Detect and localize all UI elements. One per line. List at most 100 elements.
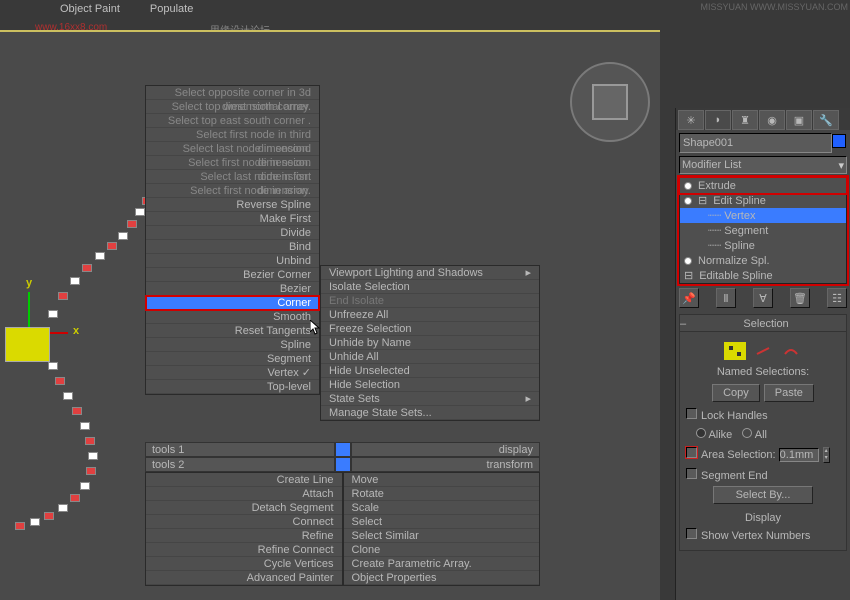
menu-item-bezier-corner[interactable]: Bezier Corner <box>146 268 319 282</box>
menu-item-create-line[interactable]: Create Line <box>146 473 342 487</box>
motion-tab[interactable]: ◉ <box>759 110 785 130</box>
menu-item-bezier[interactable]: Bezier <box>146 282 319 296</box>
quad-title-transform[interactable]: transform <box>351 457 541 472</box>
menu-item-unbind[interactable]: Unbind <box>146 254 319 268</box>
menu-item-select[interactable]: Select <box>344 515 540 529</box>
menu-item-detach-segment[interactable]: Detach Segment <box>146 501 342 515</box>
spline-subobj-button[interactable] <box>780 342 802 360</box>
menu-item-refine[interactable]: Refine <box>146 529 342 543</box>
make-unique-button[interactable]: ∀ <box>753 288 773 308</box>
menu-item-unhide-all[interactable]: Unhide All <box>321 350 539 364</box>
quad-title-tools2[interactable]: tools 2 <box>145 457 335 472</box>
menu-item-unhide-by-name[interactable]: Unhide by Name <box>321 336 539 350</box>
object-color-swatch[interactable] <box>832 134 846 148</box>
spline-vertex[interactable] <box>80 422 90 430</box>
menu-item-scale[interactable]: Scale <box>344 501 540 515</box>
menu-item-manage-state-sets-[interactable]: Manage State Sets... <box>321 406 539 420</box>
spline-vertex[interactable] <box>135 208 145 216</box>
show-end-result-button[interactable]: Ⅱ <box>716 288 736 308</box>
stack-item-editable-spline[interactable]: ⊟Editable Spline <box>680 268 846 283</box>
menu-item-reset-tangents[interactable]: Reset Tangents <box>146 324 319 338</box>
object-name-field[interactable]: Shape001 <box>679 133 832 153</box>
display-tab[interactable]: ▣ <box>786 110 812 130</box>
spline-vertex[interactable] <box>48 362 58 370</box>
menu-item-rotate[interactable]: Rotate <box>344 487 540 501</box>
menu-item[interactable]: Select first node in array. <box>146 184 319 198</box>
menu-item-object-properties[interactable]: Object Properties <box>344 571 540 585</box>
remove-modifier-button[interactable]: 🗑 <box>790 288 810 308</box>
copy-button[interactable]: Copy <box>712 384 760 402</box>
area-selection-checkbox[interactable] <box>686 447 697 458</box>
menu-item-spline[interactable]: Spline <box>146 338 319 352</box>
transform-gizmo[interactable]: y x <box>28 292 30 332</box>
menu-item-make-first[interactable]: Make First <box>146 212 319 226</box>
stack-item-edit-spline[interactable]: ⊟Edit Spline <box>680 193 846 208</box>
menu-item[interactable]: Select opposite corner in 3d dimensional… <box>146 86 319 100</box>
menu-item-segment[interactable]: Segment <box>146 352 319 366</box>
menu-item[interactable]: Select first node in secon dimension. <box>146 156 319 170</box>
menu-item-state-sets[interactable]: State Sets <box>321 392 539 406</box>
spline-vertex[interactable] <box>82 264 92 272</box>
menu-item-vertex[interactable]: Vertex <box>146 366 319 380</box>
menu-item-corner[interactable]: Corner <box>146 296 319 310</box>
stack-item-segment[interactable]: ┈┈ Segment <box>680 223 846 238</box>
spline-vertex[interactable] <box>127 220 137 228</box>
modifier-list-dropdown[interactable]: Modifier List <box>679 156 847 174</box>
spline-vertex[interactable] <box>80 482 90 490</box>
menu-item-advanced-painter[interactable]: Advanced Painter <box>146 571 342 585</box>
spline-vertex[interactable] <box>48 310 58 318</box>
menu-item-end-isolate[interactable]: End Isolate <box>321 294 539 308</box>
menu-item-reverse-spline[interactable]: Reverse Spline <box>146 198 319 212</box>
menu-item-viewport-lighting-and-shadows[interactable]: Viewport Lighting and Shadows <box>321 266 539 280</box>
configure-sets-button[interactable]: ☷ <box>827 288 847 308</box>
spline-vertex[interactable] <box>63 392 73 400</box>
spline-vertex[interactable] <box>55 377 65 385</box>
quad-title-tools1[interactable]: tools 1 <box>145 442 335 457</box>
menu-item[interactable]: Select first node in third dimension. <box>146 128 319 142</box>
pin-stack-button[interactable]: 📌 <box>679 288 699 308</box>
spline-vertex[interactable] <box>58 292 68 300</box>
spline-vertex[interactable] <box>72 407 82 415</box>
modify-tab[interactable]: ◗ <box>705 110 731 130</box>
vertex-subobj-button[interactable] <box>724 342 746 360</box>
menu-item[interactable]: Select last node in fisrt dimension. <box>146 170 319 184</box>
lock-handles-checkbox[interactable] <box>686 408 697 419</box>
spline-vertex[interactable] <box>15 522 25 530</box>
spline-vertex[interactable] <box>95 252 105 260</box>
utilities-tab[interactable]: 🔧 <box>813 110 839 130</box>
stack-item-spline[interactable]: ┈┈ Spline <box>680 238 846 253</box>
spline-vertex[interactable] <box>70 277 80 285</box>
menu-item-hide-unselected[interactable]: Hide Unselected <box>321 364 539 378</box>
alike-radio[interactable] <box>696 428 706 438</box>
spline-vertex[interactable] <box>85 437 95 445</box>
menu-item-freeze-selection[interactable]: Freeze Selection <box>321 322 539 336</box>
paste-button[interactable]: Paste <box>764 384 814 402</box>
menu-item-connect[interactable]: Connect <box>146 515 342 529</box>
stack-item-vertex[interactable]: ┈┈ Vertex <box>680 208 846 223</box>
quad-title-display[interactable]: display <box>351 442 541 457</box>
menu-item-unfreeze-all[interactable]: Unfreeze All <box>321 308 539 322</box>
stack-item-extrude[interactable]: Extrude <box>680 178 846 193</box>
menu-item-clone[interactable]: Clone <box>344 543 540 557</box>
stack-item-normalize-spl-[interactable]: Normalize Spl. <box>680 253 846 268</box>
menu-item-create-parametric-array-[interactable]: Create Parametric Array. <box>344 557 540 571</box>
spline-vertex[interactable] <box>70 494 80 502</box>
menu-item-isolate-selection[interactable]: Isolate Selection <box>321 280 539 294</box>
menu-item[interactable]: Select last node in second dimension. <box>146 142 319 156</box>
segment-subobj-button[interactable] <box>752 342 774 360</box>
create-tab[interactable]: ✳ <box>678 110 704 130</box>
menu-item-top-level[interactable]: Top-level <box>146 380 319 394</box>
menu-item[interactable]: Select top east south corner . <box>146 114 319 128</box>
menu-item-refine-connect[interactable]: Refine Connect <box>146 543 342 557</box>
menu-item-cycle-vertices[interactable]: Cycle Vertices <box>146 557 342 571</box>
menu-item-move[interactable]: Move <box>344 473 540 487</box>
select-by-button[interactable]: Select By... <box>713 486 813 504</box>
selection-rollout-header[interactable]: –Selection <box>679 314 847 332</box>
all-radio[interactable] <box>742 428 752 438</box>
menu-item-divide[interactable]: Divide <box>146 226 319 240</box>
menu-item[interactable]: Select top west north corner. <box>146 100 319 114</box>
show-vertex-numbers-checkbox[interactable] <box>686 528 697 539</box>
spline-vertex[interactable] <box>88 452 98 460</box>
spline-vertex[interactable] <box>30 518 40 526</box>
menu-item-attach[interactable]: Attach <box>146 487 342 501</box>
